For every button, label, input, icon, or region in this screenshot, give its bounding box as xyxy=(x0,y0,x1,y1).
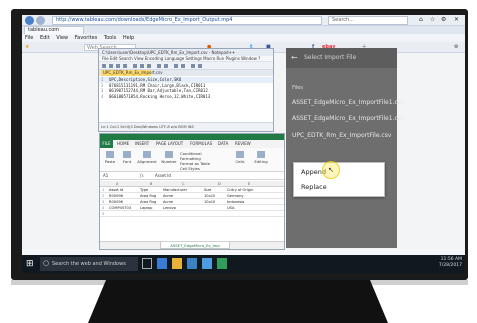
notepad-text-area[interactable]: 1 UPC,Description,Size,Color,SKU 2 0768151… xyxy=(99,77,273,123)
excel-tab-review[interactable]: REVIEW xyxy=(235,140,251,148)
redo-icon[interactable] xyxy=(164,64,168,68)
sheet-tab-bar: ASSET_EdgeMicro_Ex_Imp xyxy=(100,241,284,249)
formula-input[interactable]: Asset Id xyxy=(155,172,171,180)
alignment-button[interactable]: Alignment xyxy=(136,151,158,164)
favorites-icon[interactable]: ★ xyxy=(25,44,29,51)
notepad-tab-strip: UPC_EDTK_Rm_Ex_Import.csv xyxy=(99,70,273,76)
mouse-pointer-icon: ↖ xyxy=(328,166,334,174)
favorites-star-icon[interactable]: ☆ xyxy=(430,16,435,23)
font-icon xyxy=(123,151,131,158)
notepad-file-tab[interactable]: UPC_EDTK_Rm_Ex_Import.csv xyxy=(101,70,163,76)
excel-window[interactable]: FILE HOME INSERT PAGE LAYOUT FORMULAS DA… xyxy=(99,133,285,250)
panel-header: ← Select Import File xyxy=(286,48,397,68)
zoom-out-icon[interactable] xyxy=(198,64,202,68)
gear-icon[interactable]: ⚙ xyxy=(441,16,446,23)
desktop-screen: http://www.tableau.com/downloads/EdgeMic… xyxy=(22,15,465,273)
system-clock[interactable]: 11:56 AM 7/28/2017 xyxy=(402,257,462,269)
excel-tab-data[interactable]: DATA xyxy=(218,140,228,148)
zoom-in-icon[interactable] xyxy=(191,64,195,68)
close-icon[interactable]: ✕ xyxy=(454,16,459,23)
file-item[interactable]: ASSET_EdgeMicro_Ex_ImportFile1.csv xyxy=(292,115,404,122)
open-file-icon[interactable] xyxy=(109,64,113,68)
windows-taskbar: ⊞ Search the web and Windows ○ 11:56 AM … xyxy=(22,255,465,273)
task-view-icon[interactable] xyxy=(142,258,152,269)
menu-view[interactable]: View xyxy=(56,35,68,41)
alignment-icon xyxy=(143,151,151,158)
url-field[interactable]: http://www.tableau.com/downloads/EdgeMic… xyxy=(52,16,322,25)
sheet-tab[interactable]: ASSET_EdgeMicro_Ex_Imp xyxy=(160,242,230,249)
settings-gear-icon[interactable]: ⚙ xyxy=(454,44,458,51)
menu-edit[interactable]: Edit xyxy=(40,35,50,41)
text-line: 4 066180571854,Rocking Horse,12,White,CIR… xyxy=(101,93,211,99)
menu-tools[interactable]: Tools xyxy=(104,35,116,41)
browser-tab-strip: tableau.com xyxy=(22,26,465,34)
excel-tab-home[interactable]: HOME xyxy=(117,140,129,148)
notepad-title: C:\Users\user\Desktop\UPC_EDTK_Rm_Ex_Imp… xyxy=(99,49,273,56)
menu-favorites[interactable]: Favorites xyxy=(75,35,98,41)
editing-button[interactable]: Editing xyxy=(252,151,270,164)
replace-icon[interactable] xyxy=(181,64,185,68)
font-button[interactable]: Font xyxy=(120,151,134,164)
clipboard-icon xyxy=(106,151,114,158)
excel-tab-insert[interactable]: INSERT xyxy=(135,140,149,148)
forward-icon[interactable] xyxy=(36,16,45,25)
table-row: 5 xyxy=(100,211,284,217)
browser-address-bar: http://www.tableau.com/downloads/EdgeMic… xyxy=(22,15,465,26)
file-explorer-icon[interactable] xyxy=(172,258,182,269)
cells-button[interactable]: Cells xyxy=(232,151,248,164)
edge-browser-icon[interactable] xyxy=(157,258,167,269)
number-format-icon xyxy=(165,151,173,158)
search-icon: ○ xyxy=(43,259,50,267)
excel-ribbon-tabs: FILE HOME INSERT PAGE LAYOUT FORMULAS DA… xyxy=(100,140,284,148)
windows-start-icon[interactable]: ⊞ xyxy=(26,259,34,269)
browser-search-input[interactable]: Search... xyxy=(328,16,408,25)
excel-tab-page-layout[interactable]: PAGE LAYOUT xyxy=(156,140,183,148)
cell-styles-button[interactable]: Cell Styles xyxy=(180,166,222,171)
replace-option[interactable]: Replace xyxy=(301,183,327,191)
cut-icon[interactable] xyxy=(133,64,137,68)
find-icon[interactable] xyxy=(174,64,178,68)
excel-ribbon: Paste Font Alignment Number Conditional … xyxy=(100,148,284,172)
function-icon[interactable]: ƒx xyxy=(140,172,144,180)
styles-group[interactable]: Conditional Formatting Format as Table C… xyxy=(180,151,222,171)
home-icon[interactable]: ⌂ xyxy=(419,16,423,23)
files-label: Files xyxy=(292,85,303,91)
browser-tab[interactable]: tableau.com xyxy=(24,26,84,34)
formula-bar: A1 ƒx Asset Id xyxy=(100,172,284,180)
spreadsheet-grid[interactable]: A B C D E 1 Asset Id Type Manufacturer S… xyxy=(100,181,284,237)
conditional-formatting-button[interactable]: Conditional Formatting xyxy=(180,151,222,161)
notepad-status-bar: Ln:1 Col:1 Sel:0|0 Dos\Windows UTF-8 w/o… xyxy=(99,122,273,131)
monitor-scene: http://www.tableau.com/downloads/EdgeMic… xyxy=(0,0,477,323)
notepad-window[interactable]: C:\Users\user\Desktop\UPC_EDTK_Rm_Ex_Imp… xyxy=(98,48,274,132)
paste-icon[interactable] xyxy=(147,64,151,68)
new-file-icon[interactable] xyxy=(102,64,106,68)
cells-icon xyxy=(236,151,244,158)
browser-menu-bar: File Edit View Favorites Tools Help xyxy=(22,34,465,42)
menu-help[interactable]: Help xyxy=(123,35,134,41)
name-box[interactable]: A1 xyxy=(103,172,108,180)
editing-icon xyxy=(257,151,265,158)
file-item[interactable]: ASSET_EdgeMicro_Ex_ImportFile1.csv xyxy=(292,99,404,106)
excel-tab-formulas[interactable]: FORMULAS xyxy=(190,140,212,148)
notepad-toolbar xyxy=(99,62,273,70)
file-item-selected[interactable]: UPC_EDTK_Rm_Ex_ImportFile.csv xyxy=(292,132,391,139)
monitor-stand xyxy=(88,280,388,323)
back-icon[interactable] xyxy=(25,16,34,25)
save-icon[interactable] xyxy=(116,64,120,68)
store-icon[interactable] xyxy=(187,258,197,269)
clock-date: 7/28/2017 xyxy=(438,263,462,268)
import-file-panel: ← Select Import File Files ASSET_EdgeMic… xyxy=(286,48,404,248)
excel-file-tab[interactable]: FILE xyxy=(100,140,113,148)
number-button[interactable]: Number xyxy=(160,151,178,164)
taskbar-search-box[interactable]: Search the web and Windows xyxy=(40,257,138,271)
ie-browser-icon[interactable] xyxy=(202,258,212,269)
undo-icon[interactable] xyxy=(157,64,161,68)
paste-button[interactable]: Paste xyxy=(103,151,117,164)
excel-taskbar-icon[interactable] xyxy=(217,258,227,269)
panel-title: Select Import File xyxy=(304,54,357,61)
back-arrow-icon[interactable]: ← xyxy=(291,53,298,62)
menu-file[interactable]: File xyxy=(25,35,33,41)
save-all-icon[interactable] xyxy=(123,64,127,68)
copy-icon[interactable] xyxy=(140,64,144,68)
